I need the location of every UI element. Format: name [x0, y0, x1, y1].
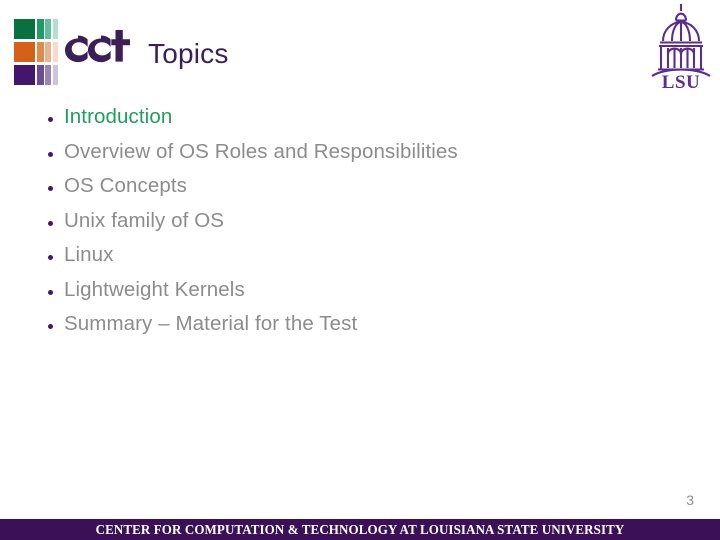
cct-logo-cell: [45, 42, 51, 62]
list-item-label: Linux: [64, 243, 114, 266]
bullet-dot-icon: [48, 214, 64, 229]
bullet-list: Introduction Overview of OS Roles and Re…: [48, 105, 668, 347]
list-item: Lightweight Kernels: [48, 278, 668, 313]
list-item: Introduction: [48, 105, 668, 140]
list-item-label: OS Concepts: [64, 174, 188, 197]
cct-wordmark-icon: [58, 28, 138, 72]
cct-logo-cell: [52, 42, 58, 62]
bullet-dot-icon: [48, 179, 64, 194]
bullet-dot-icon: [48, 283, 64, 298]
list-item-label: Summary – Material for the Test: [64, 312, 358, 335]
cct-logo-cell: [52, 19, 58, 39]
cct-logo-cell: [52, 65, 58, 85]
bullet-dot-icon: [48, 145, 64, 160]
list-item: Summary – Material for the Test: [48, 312, 668, 347]
bullet-dot-icon: [48, 248, 64, 263]
cct-logo-row-orange: [14, 42, 60, 62]
cct-logo-cell: [45, 65, 51, 85]
cct-logo-cell: [36, 42, 44, 62]
bullet-dot-icon: [48, 110, 64, 125]
list-item-label: Introduction: [64, 105, 173, 128]
footer-bar: CENTER FOR COMPUTATION & TECHNOLOGY AT L…: [0, 519, 720, 540]
footer-text: CENTER FOR COMPUTATION & TECHNOLOGY AT L…: [95, 521, 625, 537]
list-item: Linux: [48, 243, 668, 278]
list-item: Unix family of OS: [48, 209, 668, 244]
cct-logo-cell: [36, 19, 44, 39]
cct-logo-row-purple: [14, 65, 60, 85]
list-item-label: Unix family of OS: [64, 208, 225, 232]
list-item-label: Overview of OS Roles and Responsibilitie…: [64, 139, 458, 163]
list-item-label: Lightweight Kernels: [64, 277, 245, 301]
cct-logo-row-green: [14, 19, 60, 39]
lsu-logo-icon: LSU: [646, 2, 716, 93]
page-number: 3: [686, 492, 694, 508]
page-title: Topics: [148, 38, 229, 69]
cct-logo-cell: [14, 65, 35, 85]
cct-logo-cell: [14, 42, 35, 62]
cct-logo-cell: [14, 19, 35, 39]
cct-logo-cell: [45, 19, 51, 39]
bullet-dot-icon: [48, 317, 64, 332]
list-item: OS Concepts: [48, 174, 668, 209]
cct-logo-cell: [36, 65, 44, 85]
slide-header: Topics LSU: [0, 0, 720, 100]
cct-logo-icon: [14, 19, 60, 87]
list-item: Overview of OS Roles and Responsibilitie…: [48, 140, 668, 175]
svg-text:LSU: LSU: [662, 72, 700, 90]
